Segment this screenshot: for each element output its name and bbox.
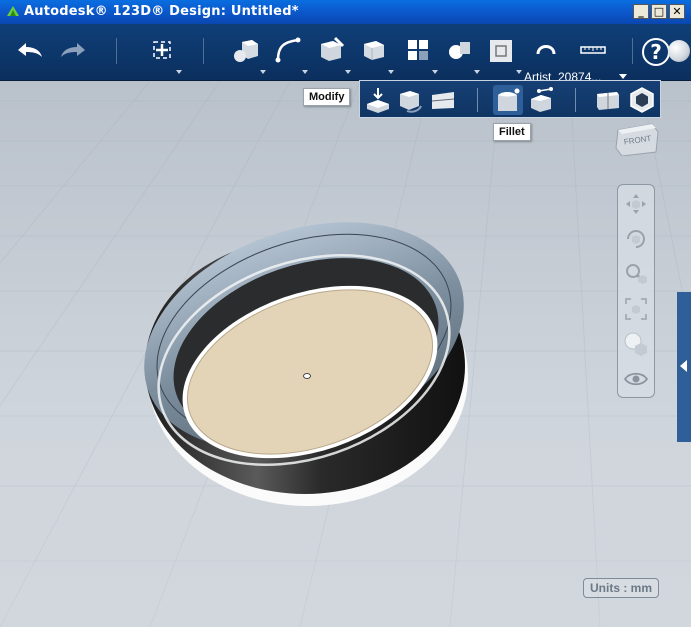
ring-model[interactable]	[113, 182, 494, 506]
help-button[interactable]: ?	[642, 38, 670, 66]
orbit-icon	[627, 230, 645, 248]
visibility-icon	[623, 372, 649, 386]
scene-canvas[interactable]	[0, 81, 691, 627]
split-face-button[interactable]	[428, 85, 458, 115]
combine-icon	[490, 40, 512, 62]
fit-button[interactable]	[623, 296, 649, 322]
units-indicator[interactable]: Units : mm	[583, 578, 660, 598]
sketch-icon	[275, 37, 301, 63]
construct-icon	[321, 36, 345, 61]
modify-tooltip: Modify	[303, 88, 351, 106]
undo-button[interactable]	[12, 32, 48, 70]
press-pull-icon	[367, 88, 389, 113]
fillet-icon	[498, 88, 520, 111]
modify-icon	[364, 41, 384, 60]
tweak-button[interactable]	[395, 85, 425, 115]
press-pull-button[interactable]	[363, 85, 393, 115]
chevron-left-icon	[680, 360, 687, 372]
measure-button[interactable]	[575, 32, 611, 70]
split-solid-button[interactable]	[593, 85, 623, 115]
materials-button[interactable]	[623, 331, 649, 357]
split-face-icon	[431, 92, 455, 109]
undo-icon	[18, 43, 42, 57]
zoom-button[interactable]	[623, 261, 649, 287]
grouping-icon	[449, 42, 470, 59]
split-solid-icon	[597, 92, 619, 110]
minimize-button[interactable]: _	[633, 4, 649, 19]
sketch-button[interactable]	[270, 32, 308, 74]
construct-button[interactable]	[313, 32, 351, 74]
pattern-button[interactable]	[400, 32, 438, 74]
grouping-button[interactable]	[442, 32, 480, 74]
modify-button[interactable]	[356, 32, 394, 74]
shell-icon	[630, 87, 654, 113]
redo-icon	[61, 43, 85, 57]
chamfer-icon	[531, 87, 553, 112]
panel-collapse-handle[interactable]	[677, 292, 691, 442]
chamfer-button[interactable]	[527, 85, 557, 115]
transform-icon	[153, 41, 171, 59]
fillet-button[interactable]	[493, 85, 523, 115]
fit-icon	[625, 298, 647, 320]
redo-button[interactable]	[55, 32, 91, 70]
primitives-icon	[234, 40, 258, 62]
avatar[interactable]	[668, 40, 690, 62]
close-button[interactable]: ✕	[669, 4, 685, 19]
visibility-button[interactable]	[623, 366, 649, 392]
app-logo-icon	[7, 6, 19, 16]
snap-button[interactable]	[528, 32, 564, 70]
materials-icon	[624, 332, 647, 356]
pan-button[interactable]	[623, 191, 649, 217]
account-menu-chevron-icon[interactable]	[619, 74, 627, 79]
main-toolbar: Artist_20874...	[0, 24, 691, 84]
tweak-icon	[400, 91, 422, 113]
snap-icon	[536, 45, 556, 55]
window-title: Autodesk® 123D® Design: Untitled*	[24, 4, 299, 19]
pan-icon	[626, 194, 646, 214]
combine-button[interactable]	[484, 32, 522, 74]
transform-button[interactable]	[144, 32, 182, 74]
zoom-icon	[626, 264, 647, 284]
modify-flyout	[359, 80, 661, 118]
measure-icon	[580, 46, 606, 54]
3d-viewport[interactable]	[0, 81, 691, 627]
primitives-button[interactable]	[228, 32, 266, 74]
maximize-button[interactable]: □	[651, 4, 667, 19]
view-cube[interactable]: FRONT	[612, 118, 660, 157]
title-bar: Autodesk® 123D® Design: Untitled* _ □ ✕	[0, 0, 691, 24]
fillet-tooltip: Fillet	[493, 123, 531, 141]
pattern-icon	[408, 40, 428, 60]
navigation-bar	[617, 184, 655, 398]
shell-button[interactable]	[627, 85, 657, 115]
orbit-button[interactable]	[623, 226, 649, 252]
